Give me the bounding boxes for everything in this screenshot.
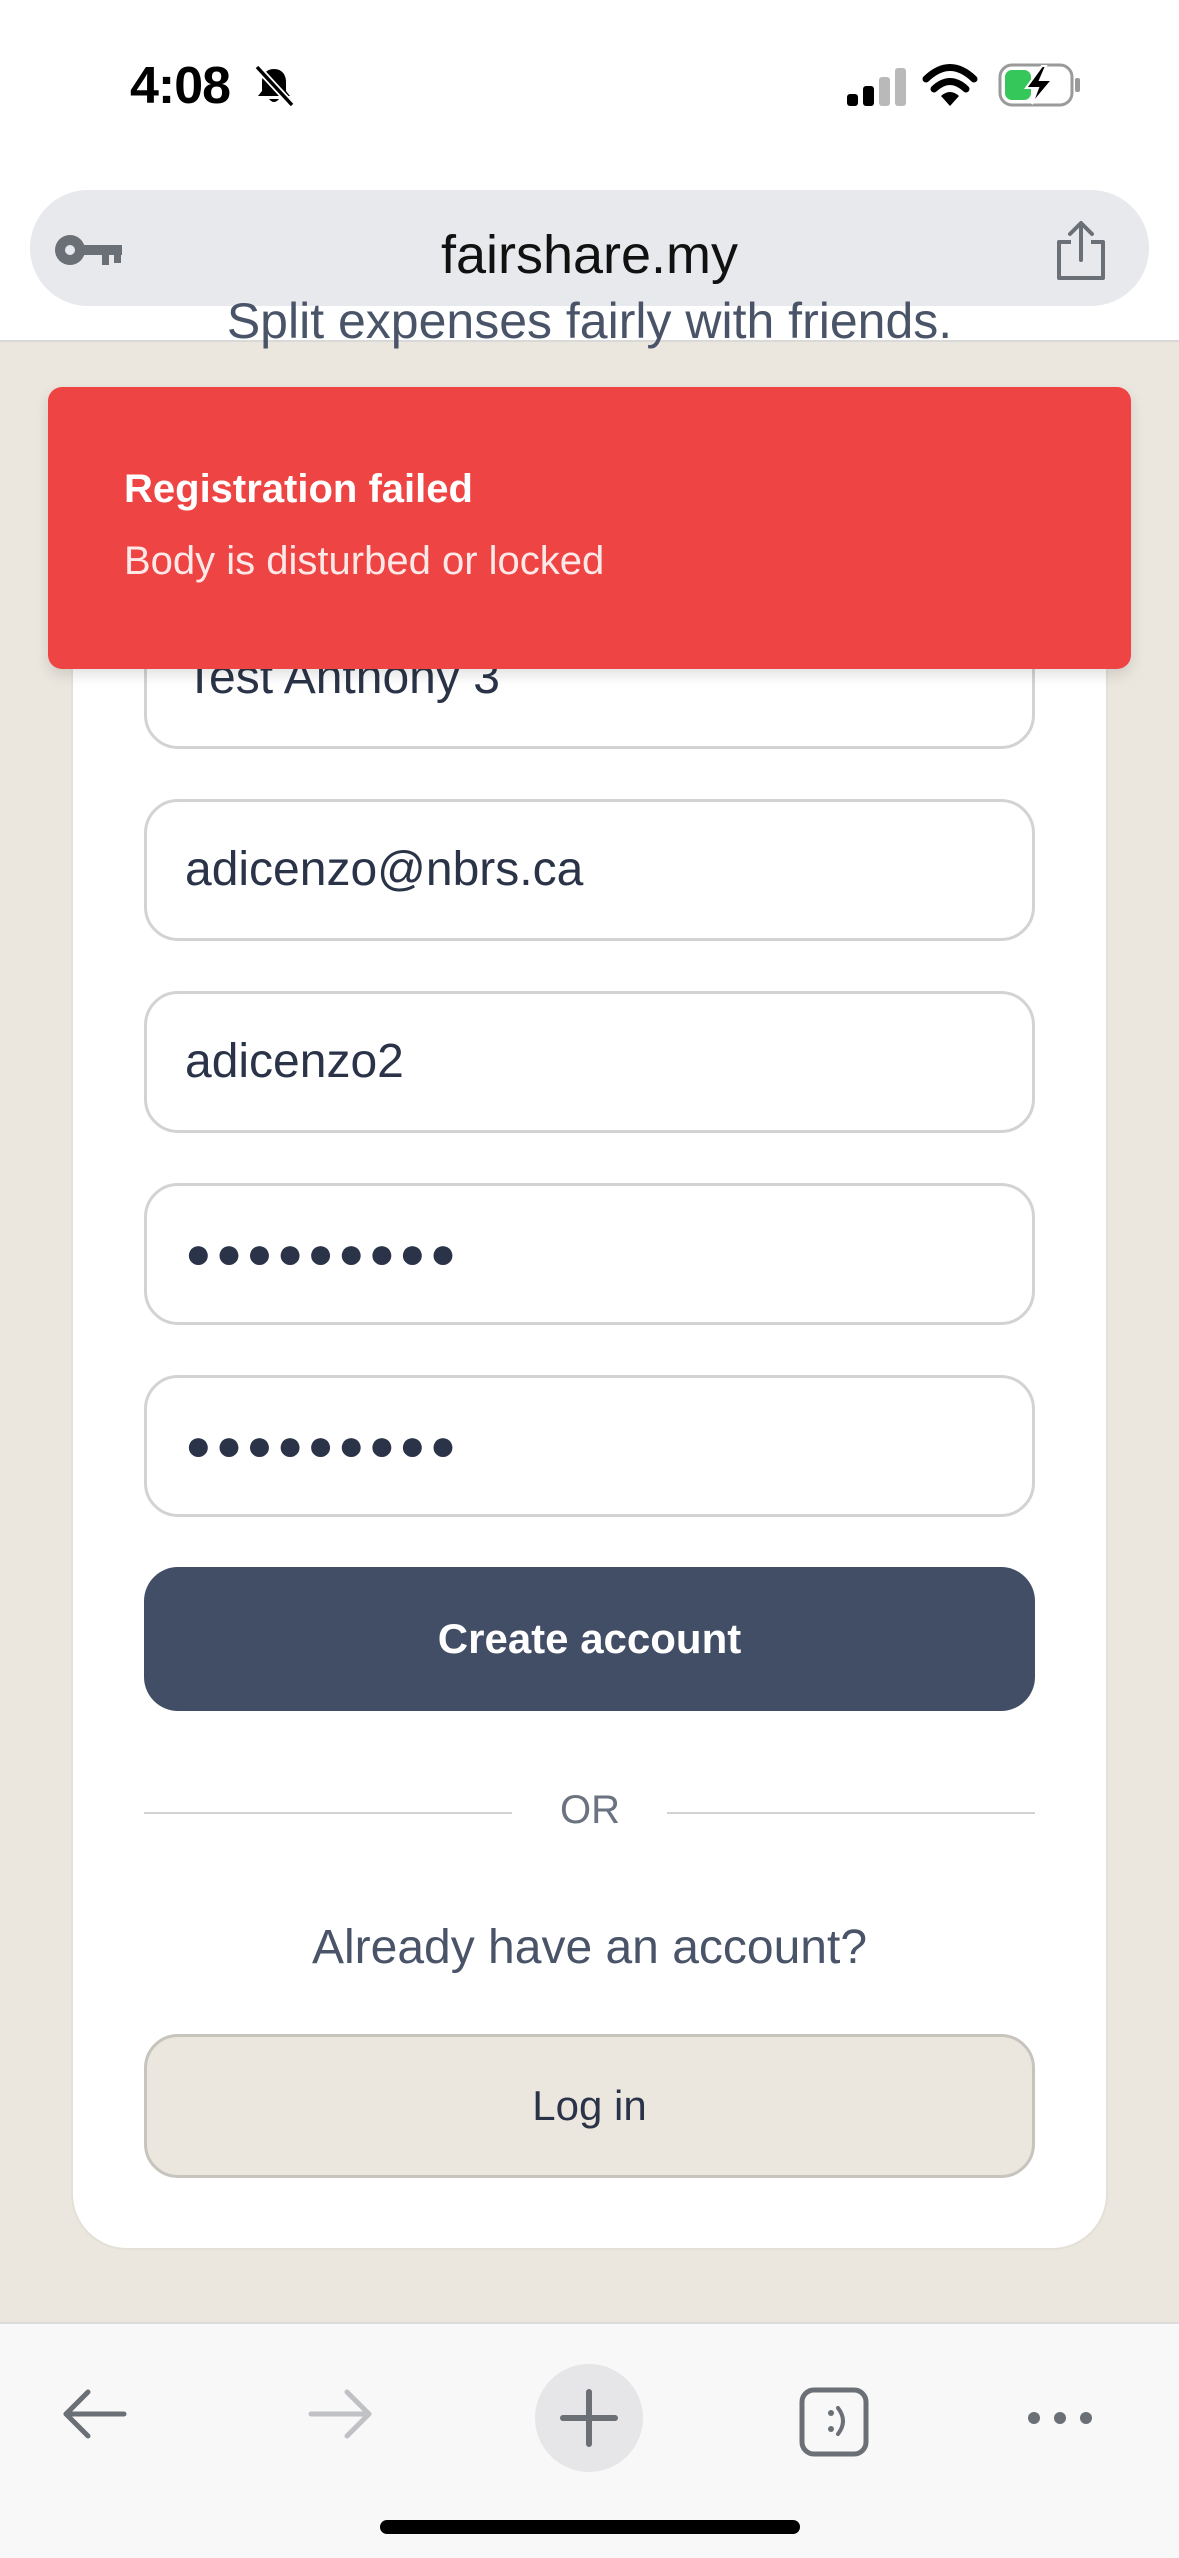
back-arrow-icon[interactable] (58, 2386, 130, 2442)
new-tab-button[interactable] (535, 2364, 643, 2472)
already-have-account-text: Already have an account? (311, 1921, 868, 1974)
home-indicator (380, 2520, 800, 2534)
bell-slash-icon (254, 64, 295, 108)
plus-icon (560, 2389, 618, 2447)
forward-arrow-icon[interactable] (305, 2386, 377, 2442)
divider-left (144, 1812, 512, 1814)
status-bar: 4:08 (0, 0, 1179, 175)
status-time: 4:08 (130, 57, 231, 115)
address-bar[interactable]: fairshare.my (30, 190, 1149, 306)
more-icon[interactable] (1024, 2406, 1096, 2430)
or-divider-label: OR (560, 1788, 620, 1832)
username-input[interactable]: adicenzo2 (144, 991, 1035, 1133)
toast-title: Registration failed (124, 467, 473, 511)
toast-message: Body is disturbed or locked (124, 539, 605, 583)
error-toast[interactable]: Registration failed Body is disturbed or… (48, 387, 1131, 669)
page-tagline: Split expenses fairly with friends. (226, 293, 953, 349)
url-text[interactable]: fairshare.my (30, 224, 1149, 286)
battery-charging-icon (998, 63, 1080, 107)
password-input[interactable]: ●●●●●●●●● (144, 1183, 1035, 1325)
log-in-button[interactable]: Log in (144, 2034, 1035, 2178)
divider-right (667, 1812, 1035, 1814)
create-account-button[interactable]: Create account (144, 1567, 1035, 1711)
wifi-icon (922, 64, 978, 106)
signal-icon (847, 68, 906, 106)
confirm-password-input[interactable]: ●●●●●●●●● (144, 1375, 1035, 1517)
email-input[interactable]: adicenzo@nbrs.ca (144, 799, 1035, 941)
share-icon[interactable] (1053, 220, 1109, 282)
tabs-icon[interactable] (798, 2386, 870, 2458)
